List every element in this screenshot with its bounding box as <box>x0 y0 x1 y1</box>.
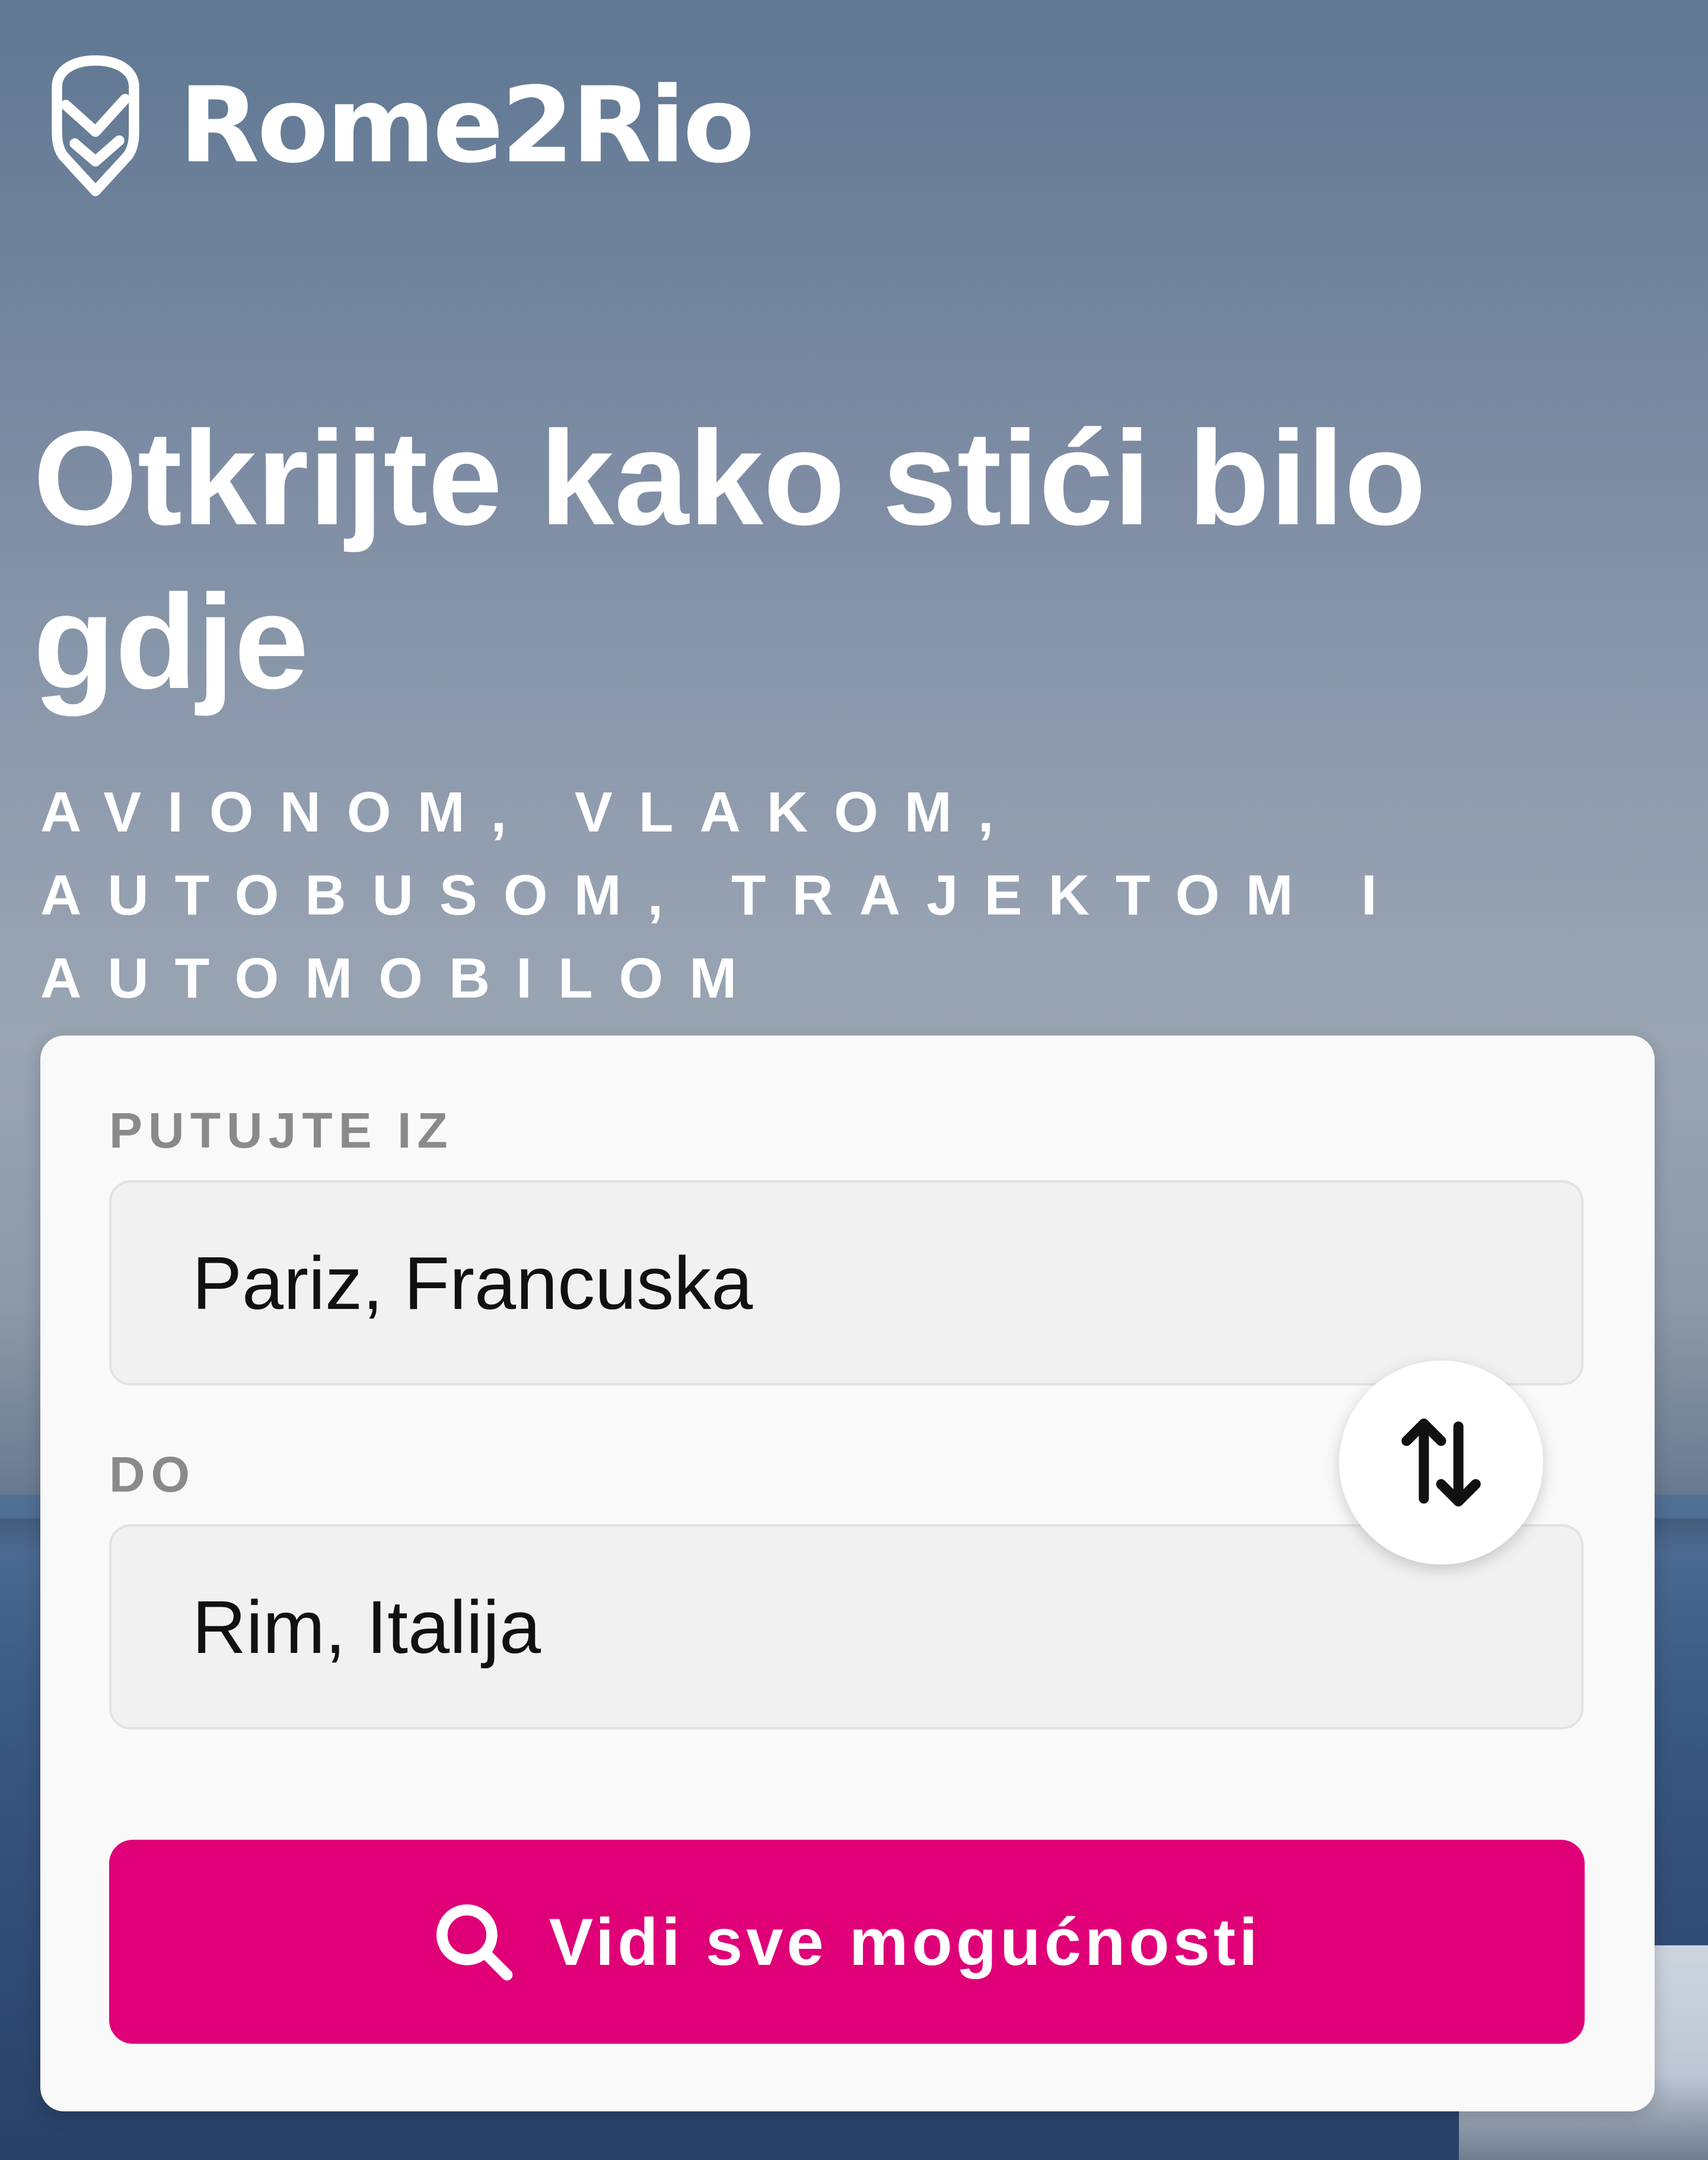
from-field[interactable] <box>109 1180 1583 1385</box>
search-card: PUTUJTE IZ DO Vidi sve mogućnosti <box>40 1036 1655 2111</box>
from-input[interactable] <box>192 1240 1497 1326</box>
brand-logo[interactable]: Rome2Rio <box>51 55 754 197</box>
brand-name: Rome2Rio <box>179 65 754 186</box>
search-submit-button[interactable]: Vidi sve mogućnosti <box>109 1840 1585 2044</box>
swap-locations-button[interactable] <box>1339 1361 1543 1565</box>
search-submit-label: Vidi sve mogućnosti <box>549 1904 1261 1979</box>
swap-vertical-arrows-icon <box>1401 1418 1481 1507</box>
to-input[interactable] <box>192 1584 1497 1670</box>
page-title: Otkrijte kako stići bilo gdje <box>33 403 1426 716</box>
map-pin-check-icon <box>52 55 139 196</box>
search-icon <box>436 1904 513 1981</box>
to-label: DO <box>109 1447 196 1502</box>
page-subtitle: AVIONOM, VLAKOM, AUTOBUSOM, TRAJEKTOM I … <box>40 780 1403 1010</box>
from-label: PUTUJTE IZ <box>109 1103 454 1158</box>
to-field[interactable] <box>109 1524 1583 1729</box>
